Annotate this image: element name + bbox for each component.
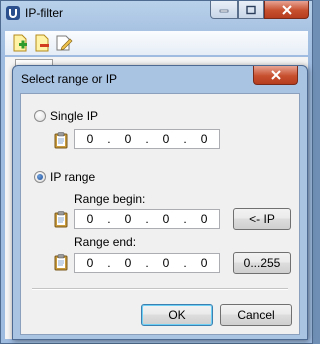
octet-dot: . [145, 132, 149, 146]
octet-dot: . [183, 132, 187, 146]
copy-ip-button[interactable]: <- IP [233, 208, 291, 230]
octet: 0 [124, 132, 132, 146]
cancel-button[interactable]: Cancel [220, 304, 292, 326]
octet-dot: . [107, 256, 111, 270]
range-begin-label: Range begin: [74, 192, 146, 206]
octet: 0 [86, 256, 94, 270]
close-icon [270, 70, 281, 80]
octet: 0 [162, 132, 170, 146]
window-titlebar[interactable]: IP-filter [1, 1, 312, 27]
select-range-dialog: Select range or IP Single IP 0. 0. 0. 0 … [12, 65, 308, 340]
single-ip-label: Single IP [50, 109, 99, 123]
octet: 0 [162, 212, 170, 226]
range-end-field[interactable]: 0. 0. 0. 0 [74, 253, 220, 273]
single-ip-radio[interactable]: Single IP [34, 109, 98, 123]
single-ip-field[interactable]: 0. 0. 0. 0 [74, 129, 220, 149]
max-range-button[interactable]: 0...255 [233, 252, 291, 274]
edit-icon[interactable] [55, 34, 73, 52]
remove-icon[interactable] [33, 34, 51, 52]
toolbar [5, 31, 308, 55]
ok-button[interactable]: OK [141, 304, 213, 326]
app-icon [6, 6, 20, 20]
octet-dot: . [183, 212, 187, 226]
clipboard-icon[interactable] [54, 211, 68, 228]
octet: 0 [200, 132, 208, 146]
octet-dot: . [183, 256, 187, 270]
octet: 0 [124, 212, 132, 226]
octet: 0 [200, 212, 208, 226]
ip-range-label: IP range [50, 170, 96, 184]
octet: 0 [86, 212, 94, 226]
add-icon[interactable] [11, 34, 29, 52]
minimize-button[interactable] [210, 1, 238, 19]
dialog-close-button[interactable] [253, 66, 298, 85]
clipboard-icon[interactable] [54, 254, 68, 271]
maximize-icon [246, 5, 256, 14]
minimize-icon [219, 9, 229, 12]
octet-dot: . [145, 256, 149, 270]
maximize-button[interactable] [238, 1, 264, 19]
octet: 0 [200, 256, 208, 270]
dialog-title: Select range or IP [21, 72, 118, 86]
dialog-body: Single IP 0. 0. 0. 0 IP range Range begi… [20, 93, 300, 335]
octet-dot: . [107, 132, 111, 146]
octet-dot: . [107, 212, 111, 226]
ip-range-radio-circle[interactable] [34, 171, 46, 183]
window-close-button[interactable] [264, 1, 309, 19]
range-begin-field[interactable]: 0. 0. 0. 0 [74, 209, 220, 229]
single-ip-radio-circle[interactable] [34, 110, 46, 122]
clipboard-icon[interactable] [54, 132, 68, 149]
octet: 0 [162, 256, 170, 270]
octet-dot: . [145, 212, 149, 226]
close-icon [281, 4, 292, 15]
separator [32, 288, 288, 290]
window-title: IP-filter [25, 6, 64, 20]
octet: 0 [124, 256, 132, 270]
ip-range-radio[interactable]: IP range [34, 170, 95, 184]
range-end-label: Range end: [74, 235, 137, 249]
octet: 0 [86, 132, 94, 146]
